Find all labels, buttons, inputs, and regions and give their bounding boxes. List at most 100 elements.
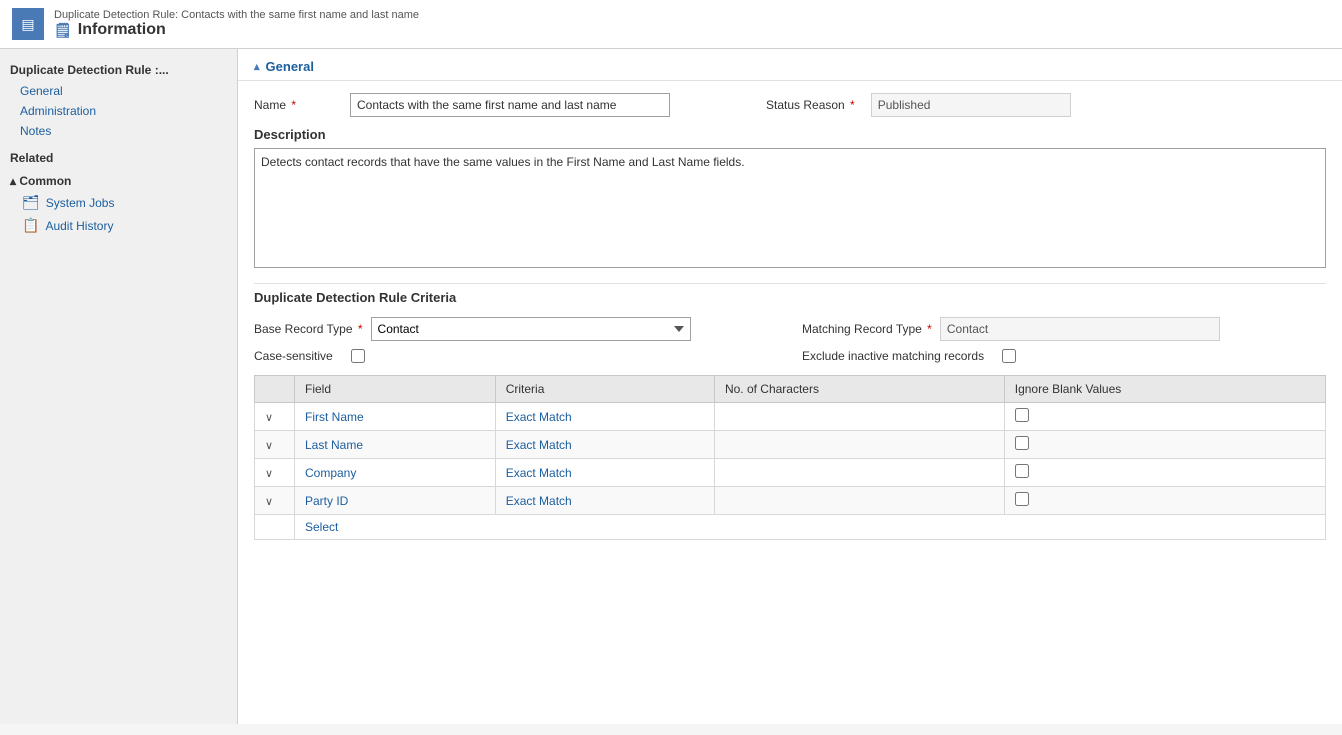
- criteria-link-3[interactable]: Exact Match: [506, 494, 572, 508]
- col-ignore-blank: Ignore Blank Values: [1004, 376, 1325, 403]
- ignore-blank-checkbox-0[interactable]: [1015, 408, 1029, 422]
- col-field: Field: [295, 376, 496, 403]
- sidebar: Duplicate Detection Rule :... General Ad…: [0, 49, 238, 724]
- name-input[interactable]: [350, 93, 670, 117]
- criteria-link-1[interactable]: Exact Match: [506, 438, 572, 452]
- case-sensitive-row: Case-sensitive: [254, 349, 778, 363]
- field-cell-3: Party ID: [295, 487, 496, 515]
- header: ▤ Duplicate Detection Rule: Contacts wit…: [0, 0, 1342, 49]
- field-link-0[interactable]: First Name: [305, 410, 364, 424]
- select-row: Select: [255, 515, 1326, 540]
- field-link-1[interactable]: Last Name: [305, 438, 363, 452]
- criteria-cell-1: Exact Match: [495, 431, 714, 459]
- chars-cell-2: [714, 459, 1004, 487]
- select-expand-cell: [255, 515, 295, 540]
- header-title-text: Information: [78, 21, 166, 39]
- header-main-title: 🗒 Information: [54, 21, 419, 39]
- criteria-link-2[interactable]: Exact Match: [506, 466, 572, 480]
- audit-history-icon: 📋: [22, 217, 39, 234]
- expand-cell-2: ∨: [255, 459, 295, 487]
- ignore-blank-checkbox-1[interactable]: [1015, 436, 1029, 450]
- col-expand: [255, 376, 295, 403]
- description-textarea[interactable]: Detects contact records that have the sa…: [254, 148, 1326, 268]
- status-reason-label: Status Reason *: [766, 98, 855, 112]
- header-icon: ▤: [12, 8, 44, 40]
- sidebar-item-system-jobs-label: System Jobs: [46, 196, 115, 210]
- general-form: Name * Status Reason * Description Detec…: [238, 81, 1342, 283]
- sidebar-common-section: ▴ Common 🗂 System Jobs 📋 Audit History: [0, 169, 237, 239]
- name-label: Name *: [254, 98, 334, 112]
- expand-icon-1[interactable]: ∨: [265, 440, 273, 452]
- description-label: Description: [254, 127, 1326, 142]
- expand-cell-0: ∨: [255, 403, 295, 431]
- exclude-inactive-row: Exclude inactive matching records: [802, 349, 1326, 363]
- ignore-blank-checkbox-2[interactable]: [1015, 464, 1029, 478]
- select-link[interactable]: Select: [305, 520, 338, 534]
- expand-cell-3: ∨: [255, 487, 295, 515]
- criteria-cell-3: Exact Match: [495, 487, 714, 515]
- criteria-grid: Base Record Type * Contact Matching Reco…: [254, 317, 1326, 363]
- matching-record-type-row: Matching Record Type *: [802, 317, 1326, 341]
- main-content: ▴ General Name * Status Reason * Descrip…: [238, 49, 1342, 724]
- field-cell-2: Company: [295, 459, 496, 487]
- sidebar-item-administration[interactable]: Administration: [0, 101, 237, 121]
- sidebar-item-general[interactable]: General: [0, 81, 237, 101]
- ignore-blank-checkbox-3[interactable]: [1015, 492, 1029, 506]
- sidebar-related-label: Related: [0, 141, 237, 169]
- chars-cell-1: [714, 431, 1004, 459]
- table-row: ∨ Last Name Exact Match: [255, 431, 1326, 459]
- expand-icon-0[interactable]: ∨: [265, 412, 273, 424]
- base-record-type-select[interactable]: Contact: [371, 317, 691, 341]
- table-row: ∨ First Name Exact Match: [255, 403, 1326, 431]
- section-header-label: General: [266, 59, 314, 74]
- info-icon: 🗒: [54, 22, 72, 39]
- col-no-of-chars: No. of Characters: [714, 376, 1004, 403]
- criteria-table-body: ∨ First Name Exact Match ∨ Last Name Exa…: [255, 403, 1326, 540]
- sidebar-section-title: Duplicate Detection Rule :...: [0, 57, 237, 81]
- criteria-table-head: Field Criteria No. of Characters Ignore …: [255, 376, 1326, 403]
- expand-icon-3[interactable]: ∨: [265, 496, 273, 508]
- case-sensitive-checkbox[interactable]: [351, 349, 365, 363]
- criteria-cell-2: Exact Match: [495, 459, 714, 487]
- sidebar-common-title: ▴ Common: [0, 171, 237, 191]
- exclude-inactive-label: Exclude inactive matching records: [802, 349, 984, 363]
- matching-record-type-label: Matching Record Type *: [802, 322, 932, 336]
- section-triangle-icon: ▴: [254, 60, 260, 73]
- field-link-2[interactable]: Company: [305, 466, 356, 480]
- matching-record-type-input: [940, 317, 1220, 341]
- ignore-blank-cell-3: [1004, 487, 1325, 515]
- sidebar-item-audit-history[interactable]: 📋 Audit History: [0, 214, 237, 237]
- ignore-blank-cell-2: [1004, 459, 1325, 487]
- select-cell: Select: [295, 515, 1326, 540]
- name-required: *: [288, 98, 296, 112]
- sidebar-item-notes[interactable]: Notes: [0, 121, 237, 141]
- criteria-table: Field Criteria No. of Characters Ignore …: [254, 375, 1326, 540]
- expand-icon-2[interactable]: ∨: [265, 468, 273, 480]
- ignore-blank-cell-0: [1004, 403, 1325, 431]
- base-record-type-label: Base Record Type *: [254, 322, 363, 336]
- section-header-general: ▴ General: [238, 49, 1342, 81]
- header-subtitle: Duplicate Detection Rule: Contacts with …: [54, 9, 419, 21]
- field-link-3[interactable]: Party ID: [305, 494, 348, 508]
- case-sensitive-label: Case-sensitive: [254, 349, 333, 363]
- criteria-cell-0: Exact Match: [495, 403, 714, 431]
- status-required: *: [847, 98, 855, 112]
- chars-cell-3: [714, 487, 1004, 515]
- table-row: ∨ Company Exact Match: [255, 459, 1326, 487]
- criteria-section: Duplicate Detection Rule Criteria Base R…: [238, 284, 1342, 556]
- ignore-blank-cell-1: [1004, 431, 1325, 459]
- triangle-icon: ▴: [10, 174, 19, 188]
- criteria-title: Duplicate Detection Rule Criteria: [254, 284, 1326, 305]
- exclude-inactive-checkbox[interactable]: [1002, 349, 1016, 363]
- col-criteria: Criteria: [495, 376, 714, 403]
- criteria-link-0[interactable]: Exact Match: [506, 410, 572, 424]
- table-row: ∨ Party ID Exact Match: [255, 487, 1326, 515]
- expand-cell-1: ∨: [255, 431, 295, 459]
- field-cell-0: First Name: [295, 403, 496, 431]
- base-record-type-row: Base Record Type * Contact: [254, 317, 778, 341]
- sidebar-item-system-jobs[interactable]: 🗂 System Jobs: [0, 191, 237, 214]
- criteria-table-header-row: Field Criteria No. of Characters Ignore …: [255, 376, 1326, 403]
- sidebar-item-audit-history-label: Audit History: [45, 219, 113, 233]
- system-jobs-icon: 🗂: [22, 194, 40, 211]
- name-row: Name * Status Reason *: [254, 93, 1326, 117]
